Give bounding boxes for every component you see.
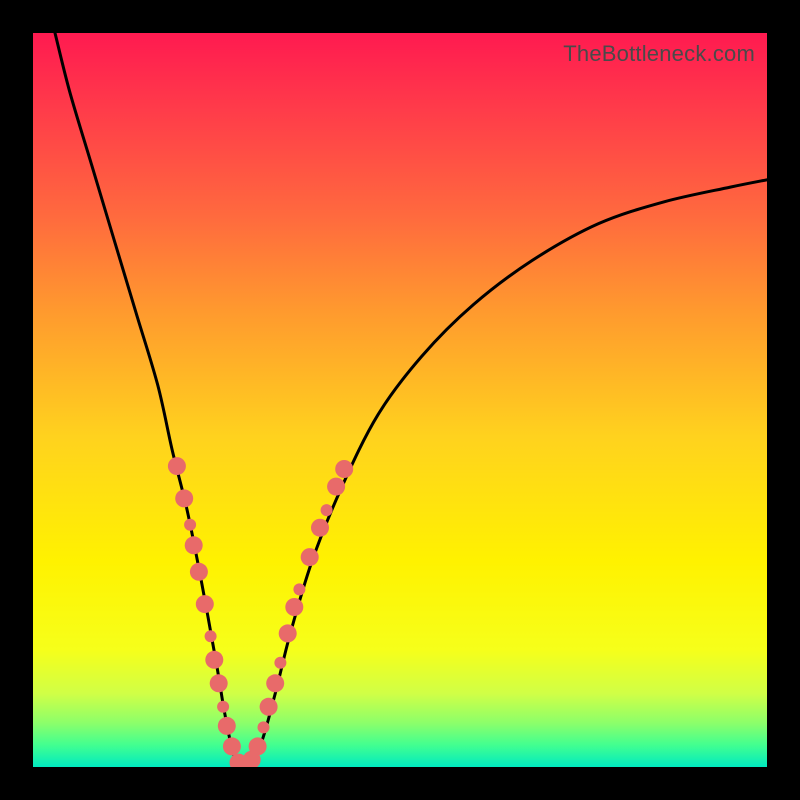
marker-dot: [311, 519, 329, 537]
marker-dot: [249, 737, 267, 755]
marker-dot: [258, 721, 270, 733]
marker-dot: [279, 624, 297, 642]
marker-dot: [266, 674, 284, 692]
marker-dot: [217, 701, 229, 713]
marker-dot: [205, 651, 223, 669]
marker-dot: [175, 489, 193, 507]
marker-dot: [218, 717, 236, 735]
chart-frame: TheBottleneck.com: [0, 0, 800, 800]
chart-svg: [33, 33, 767, 767]
marker-dot: [293, 583, 305, 595]
marker-dot: [185, 536, 203, 554]
marker-dot: [321, 504, 333, 516]
marker-dot: [335, 460, 353, 478]
marker-dot: [327, 478, 345, 496]
marker-dot: [190, 563, 208, 581]
marker-dot: [184, 519, 196, 531]
marker-dot: [168, 457, 186, 475]
watermark-text: TheBottleneck.com: [563, 41, 755, 67]
marker-group: [168, 457, 353, 767]
marker-dot: [274, 657, 286, 669]
marker-dot: [301, 548, 319, 566]
plot-area: TheBottleneck.com: [33, 33, 767, 767]
marker-dot: [223, 737, 241, 755]
marker-dot: [196, 595, 214, 613]
marker-dot: [205, 630, 217, 642]
marker-dot: [210, 674, 228, 692]
marker-dot: [260, 698, 278, 716]
marker-dot: [285, 598, 303, 616]
bottleneck-curve: [55, 33, 767, 767]
